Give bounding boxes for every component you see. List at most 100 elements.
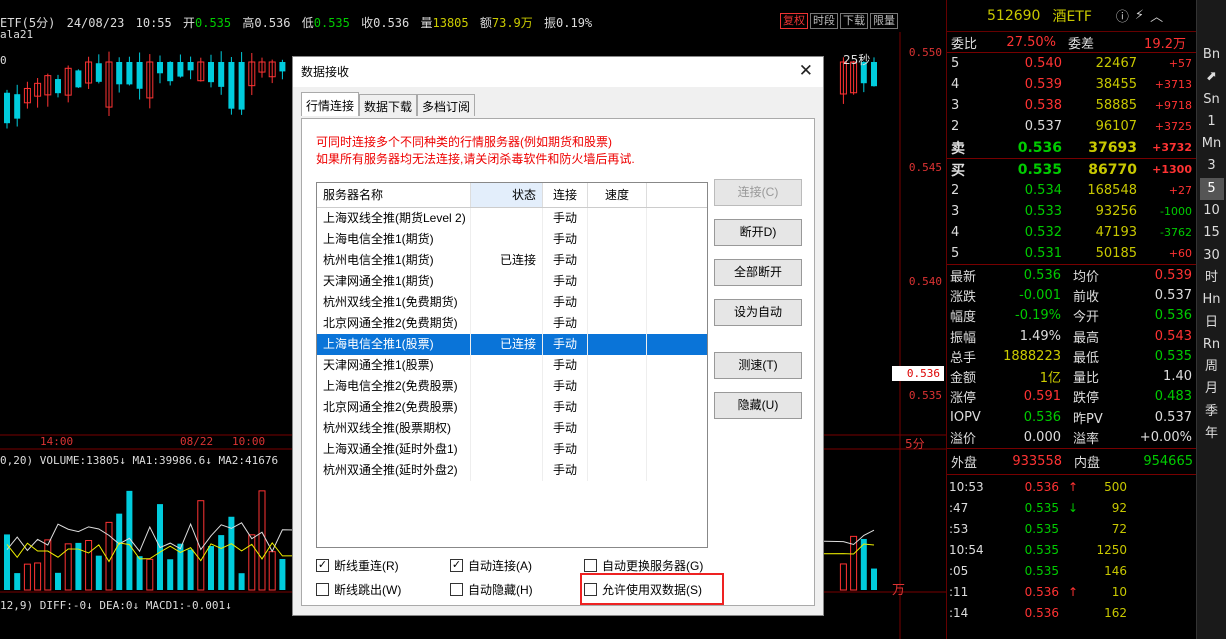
period-6[interactable]: 5: [1199, 177, 1224, 201]
tab-xianliang[interactable]: 限量: [870, 13, 898, 29]
col-status[interactable]: 状态: [471, 183, 543, 207]
server-row[interactable]: 杭州双通全推(延时外盘2) 手动: [317, 460, 707, 481]
weibi-row: 委比 27.50% 委差 19.2万: [947, 32, 1196, 53]
level-change: +60: [1168, 247, 1192, 260]
quote-header: 512690 酒ETF ⓘ ⚡ ︿: [947, 0, 1196, 32]
alert-icon[interactable]: ⚡: [1135, 8, 1144, 23]
server-name: 北京网通全推2(免费股票): [317, 397, 471, 418]
period-7[interactable]: 10: [1200, 200, 1224, 222]
server-row[interactable]: 杭州双线全推(股票期权) 手动: [317, 418, 707, 439]
buy-level-row[interactable]: 2 0.534 168548 +27: [947, 180, 1196, 201]
col-speed[interactable]: 速度: [588, 183, 647, 207]
server-name: 上海双通全推(延时外盘1): [317, 439, 471, 460]
period-16[interactable]: 季: [1200, 401, 1224, 423]
disconnect-button[interactable]: 断开D): [714, 219, 802, 246]
period-15[interactable]: 月: [1200, 378, 1224, 400]
period-13[interactable]: Rn: [1200, 334, 1224, 356]
period-17[interactable]: 年: [1200, 423, 1224, 445]
auto-connect-label: 自动连接(A): [468, 559, 532, 573]
weibi-label: 委比: [951, 36, 978, 52]
server-row[interactable]: 杭州电信全推1(期货) 已连接 手动: [317, 250, 707, 271]
tick-arrow-icon: ↑: [1067, 585, 1079, 600]
level-volume: 37693: [1088, 139, 1137, 156]
open-label: 开: [182, 16, 195, 30]
period-12[interactable]: 日: [1200, 312, 1224, 334]
period-9[interactable]: 30: [1200, 245, 1224, 267]
period-5[interactable]: 3: [1200, 155, 1224, 177]
inner-label: 内盘: [1074, 455, 1101, 471]
period-10[interactable]: 时: [1200, 267, 1224, 289]
sell-level-row[interactable]: 4 0.539 38455 +3713: [947, 74, 1196, 95]
period-14[interactable]: 周: [1200, 356, 1224, 378]
stat-row: 总手 1888223 最低 0.535: [947, 346, 1196, 366]
period-8[interactable]: 15: [1200, 222, 1224, 244]
close-icon[interactable]: ✕: [799, 61, 813, 81]
tick-row: :47 0.535 ↓ 92: [947, 498, 1196, 519]
server-row[interactable]: 上海双线全推(期货Level 2) 手动: [317, 208, 707, 229]
stat-key-2: 溢率: [1073, 432, 1100, 448]
high-label: 高: [242, 16, 255, 30]
chart-icon[interactable]: ⬈: [1200, 66, 1224, 88]
server-row[interactable]: 上海双通全推(延时外盘1) 手动: [317, 439, 707, 460]
tab-quote-connect[interactable]: 行情连接: [301, 92, 360, 116]
inner-value: 954665: [1143, 453, 1193, 469]
buy-level-row[interactable]: 5 0.531 50185 +60: [947, 243, 1196, 264]
collapse-icon[interactable]: ︿: [1150, 6, 1163, 25]
sell-level-row[interactable]: 卖 0.536 37693 +3732: [947, 137, 1196, 158]
server-row[interactable]: 上海电信全推1(期货) 手动: [317, 229, 707, 250]
level-price: 0.531: [1024, 246, 1062, 261]
reconnect-checkbox[interactable]: ✓ 断线重连(R): [316, 557, 399, 574]
auto-switch-checkbox[interactable]: 自动更换服务器(G): [584, 557, 703, 574]
server-conn: 手动: [543, 208, 588, 229]
server-row[interactable]: 天津网通全推1(股票) 手动: [317, 355, 707, 376]
stats-block: 最新 0.536 均价 0.539 涨跌 -0.001 前收 0.537 幅度 -0.19% 今开 0…: [947, 265, 1196, 449]
auto-connect-checkbox[interactable]: ✓ 自动连接(A): [450, 557, 532, 574]
tick-list[interactable]: 10:53 0.536 ↑ 500:47 0.535 ↓ 92:53 0.535 72 10:54…: [947, 475, 1196, 624]
weicha-label: 委差: [1068, 36, 1095, 52]
empty-box-icon: [316, 583, 329, 596]
server-row[interactable]: 上海电信全推1(股票) 已连接 手动: [317, 334, 707, 355]
volume-bar: [95, 555, 102, 590]
sell-level-row[interactable]: 5 0.540 22467 +57: [947, 53, 1196, 74]
set-auto-button[interactable]: 设为自动: [714, 299, 802, 326]
server-list[interactable]: 服务器名称 状态 连接 速度 上海双线全推(期货Level 2) 手动 上海电信全推…: [316, 182, 708, 548]
tick-time: :53: [949, 522, 969, 537]
server-row[interactable]: 天津网通全推1(期货) 手动: [317, 271, 707, 292]
tick-volume: 146: [1104, 564, 1127, 579]
auto-hide-checkbox[interactable]: 自动隐藏(H): [450, 581, 533, 598]
server-speed: [588, 460, 647, 481]
server-speed: [588, 250, 647, 271]
hide-button[interactable]: 隐藏(U): [714, 392, 802, 419]
level-change: +3713: [1154, 78, 1192, 91]
connect-button[interactable]: 连接(C): [714, 179, 802, 206]
server-row[interactable]: 杭州双线全推1(免费期货) 手动: [317, 292, 707, 313]
tab-fuquan[interactable]: 复权: [780, 13, 808, 29]
info-icon[interactable]: ⓘ: [1116, 6, 1129, 25]
tab-data-download[interactable]: 数据下载: [359, 94, 418, 116]
speed-test-button[interactable]: 测速(T): [714, 352, 802, 379]
buy-level-row[interactable]: 3 0.533 93256 -1000: [947, 201, 1196, 222]
period-2[interactable]: Sn: [1200, 89, 1224, 111]
server-row[interactable]: 北京网通全推2(免费股票) 手动: [317, 397, 707, 418]
tab-xiazai[interactable]: 下载: [840, 13, 868, 29]
period-0[interactable]: Bn: [1200, 44, 1224, 66]
drop-jump-checkbox[interactable]: 断线跳出(W): [316, 581, 401, 598]
server-row[interactable]: 上海电信全推2(免费股票) 手动: [317, 376, 707, 397]
period-4[interactable]: Mn: [1200, 133, 1224, 155]
chart-tab-group: 复权 时段 下载 限量: [780, 13, 898, 29]
col-server-name[interactable]: 服务器名称: [317, 183, 471, 207]
tab-shiduan[interactable]: 时段: [810, 13, 838, 29]
tab-multi-subscribe[interactable]: 多档订阅: [417, 94, 476, 116]
sell-level-row[interactable]: 2 0.537 96107 +3725: [947, 116, 1196, 137]
disconnect-all-button[interactable]: 全部断开: [714, 259, 802, 286]
buy-level-row[interactable]: 4 0.532 47193 -3762: [947, 222, 1196, 243]
col-connect[interactable]: 连接: [543, 183, 588, 207]
period-3[interactable]: 1: [1200, 111, 1224, 133]
stat-value-2: 0.539: [1154, 267, 1192, 283]
buy-level-row[interactable]: 买 0.535 86770 +1300: [947, 159, 1196, 180]
sell-level-row[interactable]: 3 0.538 58885 +9718: [947, 95, 1196, 116]
stat-value-2: 0.543: [1154, 328, 1192, 344]
period-11[interactable]: Hn: [1200, 289, 1224, 311]
server-row[interactable]: 北京网通全推2(免费期货) 手动: [317, 313, 707, 334]
tick-price: 0.536: [1024, 480, 1059, 495]
